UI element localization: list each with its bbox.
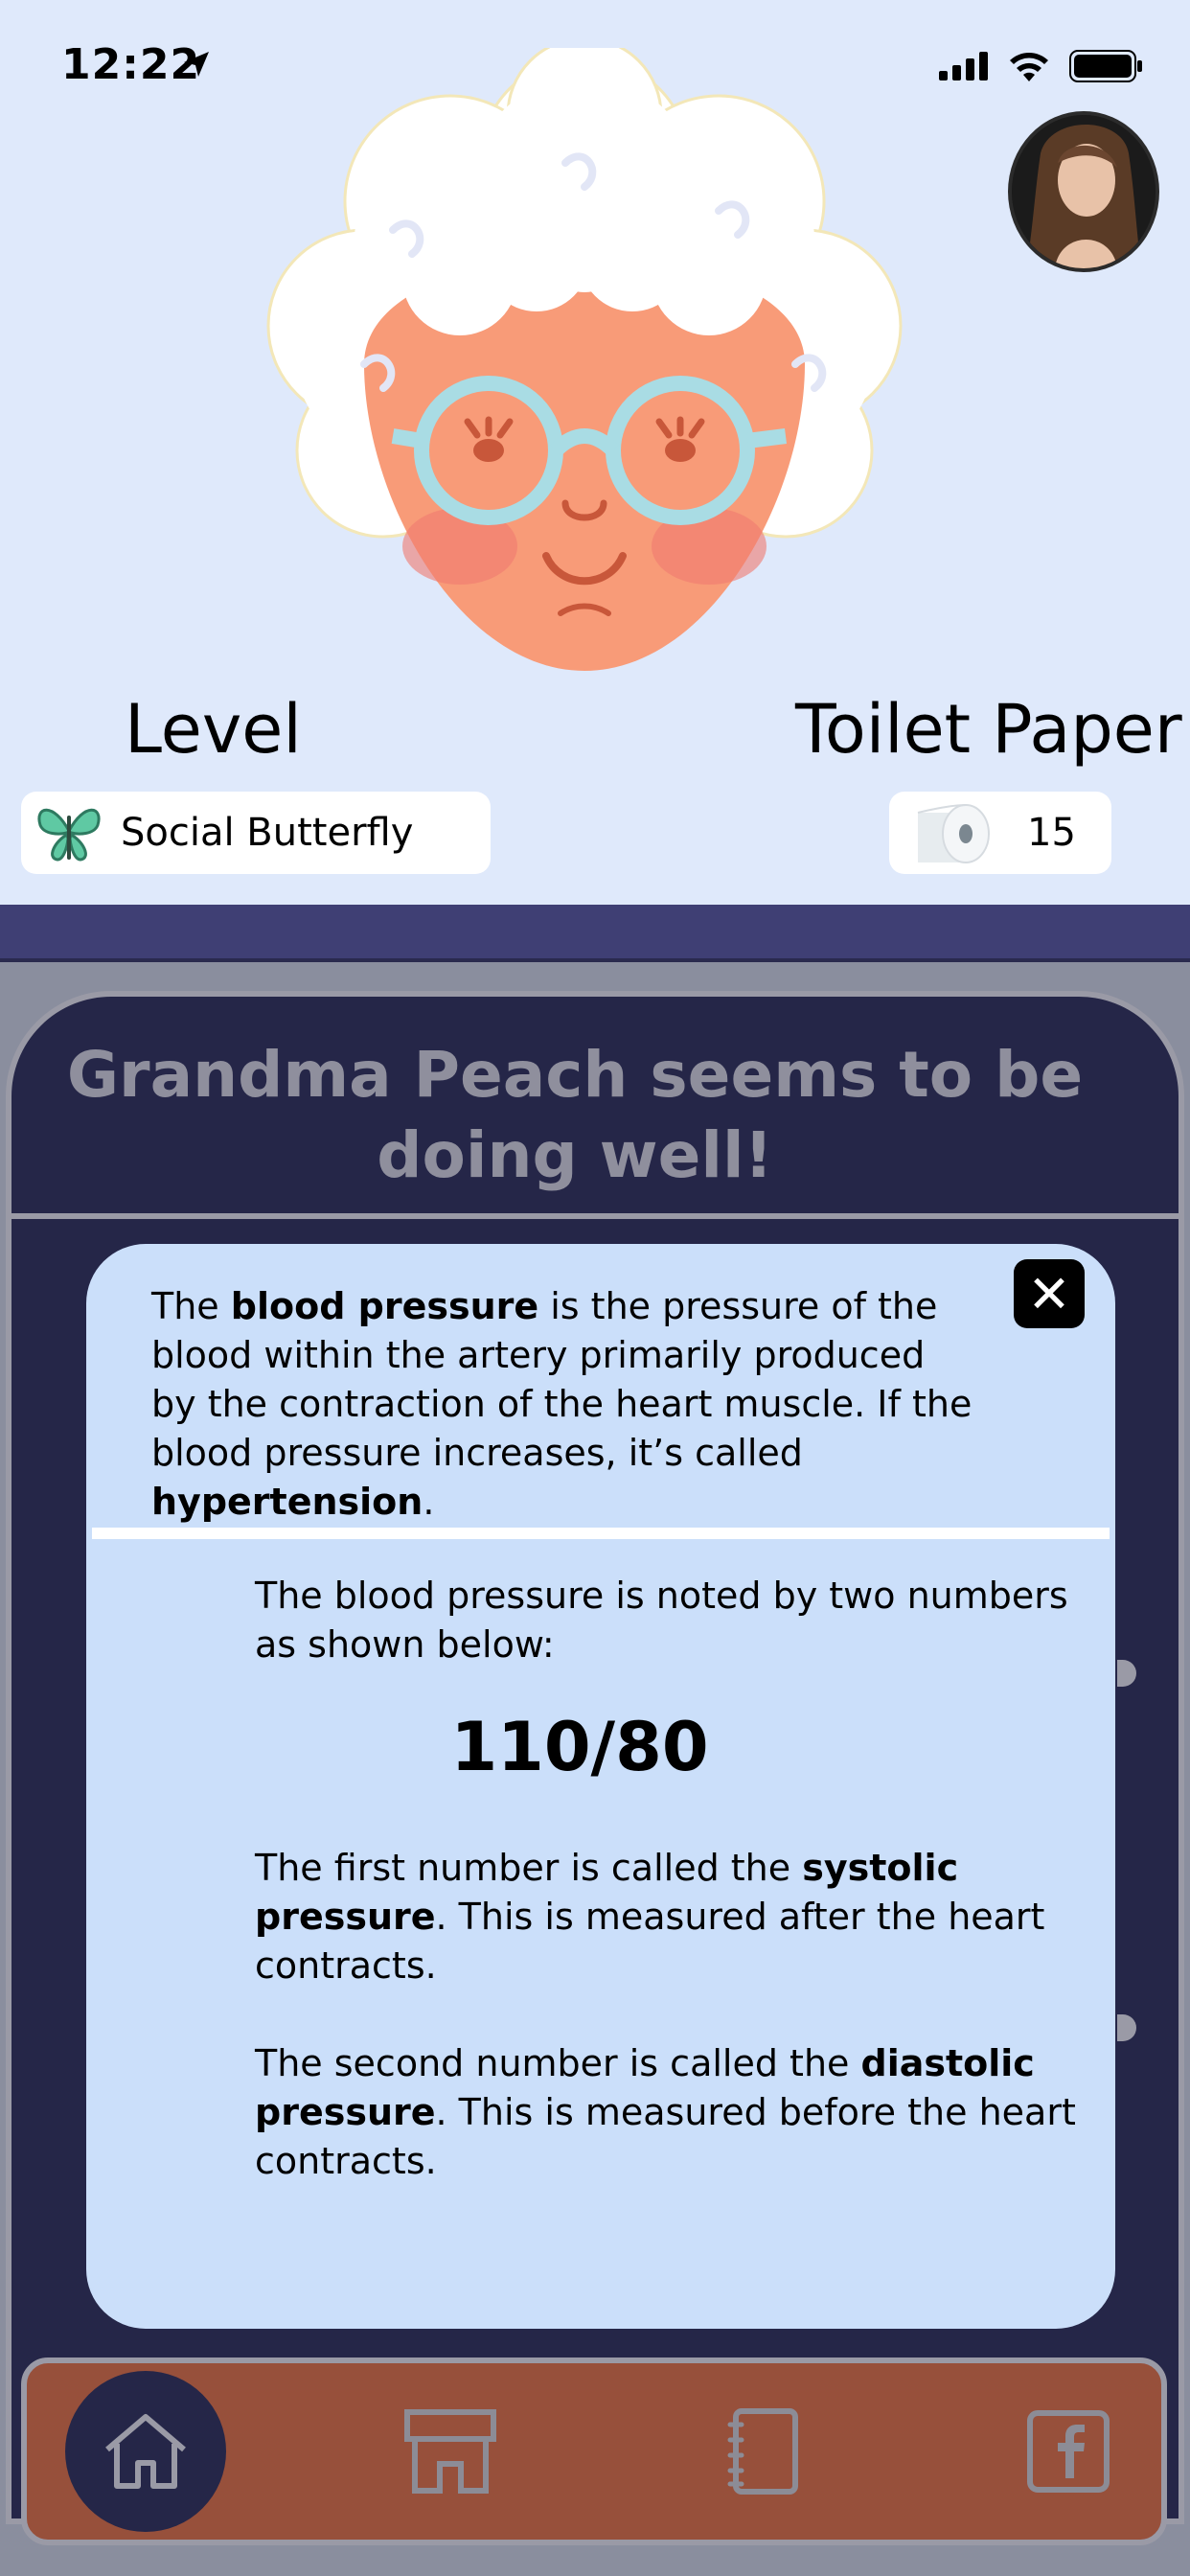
modal-separator xyxy=(92,1528,1110,1539)
store-icon xyxy=(404,2409,496,2494)
card-divider xyxy=(6,1213,1184,1219)
location-arrow-icon xyxy=(182,50,211,82)
toilet-paper-icon xyxy=(912,801,993,864)
nav-facebook-button[interactable] xyxy=(1025,2407,1111,2496)
level-badge[interactable]: Social Butterfly xyxy=(21,792,491,874)
level-label: Level xyxy=(125,690,302,769)
toilet-paper-label: Toilet Paper xyxy=(795,690,1182,769)
blood-pressure-definition: The blood pressure is the pressure of th… xyxy=(151,1285,973,1523)
toilet-paper-counter[interactable]: 15 xyxy=(889,792,1111,874)
wifi-icon xyxy=(1010,53,1048,81)
home-icon xyxy=(105,2414,186,2489)
close-button[interactable]: ✕ xyxy=(1014,1259,1085,1328)
nav-home-button[interactable] xyxy=(65,2371,226,2532)
systolic-explanation: The first number is called the systolic … xyxy=(255,1847,1045,1987)
battery-icon xyxy=(1069,50,1142,82)
nav-store-button[interactable] xyxy=(402,2405,498,2497)
status-icons xyxy=(939,50,1144,82)
blood-pressure-intro: The blood pressure is noted by two numbe… xyxy=(255,1575,1068,1666)
facebook-icon xyxy=(1027,2410,1110,2493)
grandma-character-illustration[interactable] xyxy=(220,36,949,700)
close-icon: ✕ xyxy=(1027,1263,1071,1324)
nav-notebook-button[interactable] xyxy=(724,2405,801,2497)
butterfly-icon xyxy=(34,802,103,863)
diastolic-explanation: The second number is called the diastoli… xyxy=(255,2042,1076,2182)
status-card-title: Grandma Peach seems to be doing well! xyxy=(66,1038,1084,1192)
notebook-icon xyxy=(727,2408,798,2495)
blood-pressure-example: 110/80 xyxy=(450,1708,709,1786)
toilet-paper-count: 15 xyxy=(1027,811,1076,855)
header-stripe xyxy=(0,905,1190,962)
status-time: 12:22 xyxy=(61,40,201,89)
level-value: Social Butterfly xyxy=(121,811,414,855)
avatar[interactable] xyxy=(1008,111,1159,272)
